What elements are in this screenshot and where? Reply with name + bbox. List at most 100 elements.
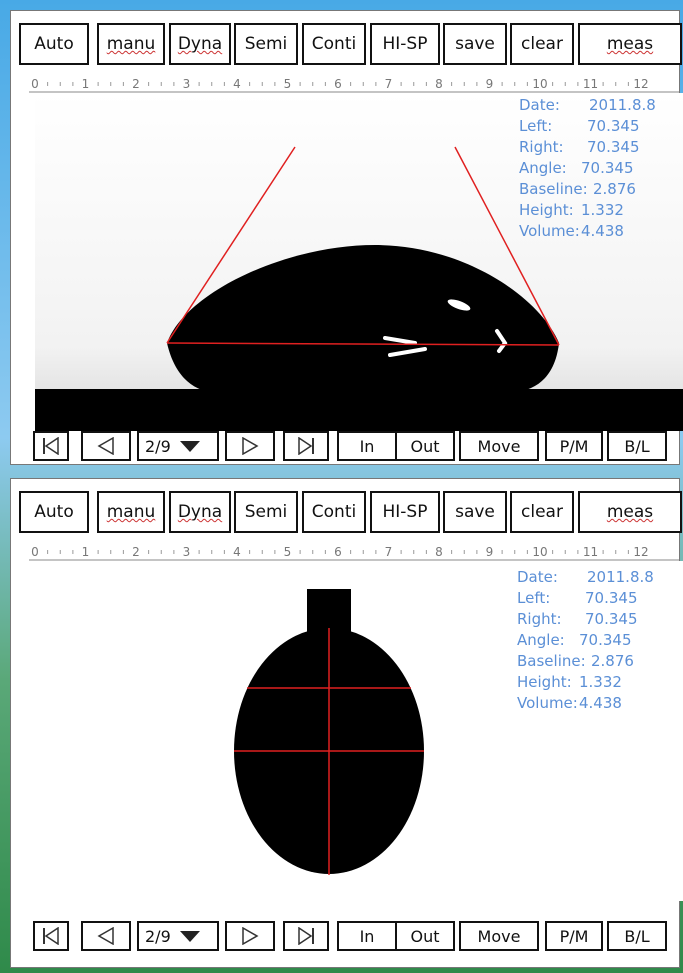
left-value: 70.345 <box>587 117 640 135</box>
semi-button[interactable]: Semi <box>234 491 298 533</box>
move-button[interactable]: Move <box>459 921 539 951</box>
toolbar: Auto manu Dyna Semi Conti HI-SP save cle… <box>19 23 682 65</box>
bl-button[interactable]: B/L <box>607 921 667 951</box>
save-button[interactable]: save <box>443 23 507 65</box>
next-icon <box>242 927 259 945</box>
ruler-label: 1 <box>82 77 90 91</box>
ruler-label: 4 <box>233 77 241 91</box>
ruler-label: 0 <box>31 77 39 91</box>
next-icon <box>242 437 259 455</box>
first-frame-button[interactable] <box>33 431 69 461</box>
auto-button[interactable]: Auto <box>19 491 89 533</box>
date-value: 2011.8.8 <box>587 568 654 586</box>
ruler-label: 8 <box>435 77 443 91</box>
clear-button[interactable]: clear <box>510 491 574 533</box>
hisp-button[interactable]: HI-SP <box>370 491 440 533</box>
previous-icon <box>97 927 114 945</box>
pm-button[interactable]: P/M <box>545 431 603 461</box>
pm-button[interactable]: P/M <box>545 921 603 951</box>
substrate <box>35 389 683 431</box>
height-value: 1.332 <box>579 673 622 691</box>
conti-button[interactable]: Conti <box>302 491 366 533</box>
frame-counter: 2/9 <box>145 436 171 456</box>
ruler-label: 9 <box>486 77 494 91</box>
right-value: 70.345 <box>587 138 640 156</box>
ruler-label: 6 <box>334 545 342 559</box>
manu-button[interactable]: manu <box>97 23 165 65</box>
ruler-label: 9 <box>486 545 494 559</box>
height-label: Height: <box>517 673 572 691</box>
manu-button[interactable]: manu <box>97 491 165 533</box>
dropdown-arrow-icon <box>179 931 200 942</box>
date-value: 2011.8.8 <box>589 96 656 114</box>
auto-button[interactable]: Auto <box>19 23 89 65</box>
frame-select[interactable]: 2/9 <box>137 921 219 951</box>
pendant-drop-panel: Auto manu Dyna Semi Conti HI-SP save cle… <box>10 478 683 968</box>
right-label: Right: <box>519 138 564 156</box>
previous-frame-button[interactable] <box>81 431 131 461</box>
height-label: Height: <box>519 201 574 219</box>
last-frame-button[interactable] <box>283 921 329 951</box>
ruler-label: 6 <box>334 77 342 91</box>
meas-button[interactable]: meas <box>578 23 682 65</box>
volume-value: 4.438 <box>581 222 624 240</box>
baseline-value: 2.876 <box>591 652 634 670</box>
conti-button[interactable]: Conti <box>302 23 366 65</box>
ruler-label: 0 <box>31 545 39 559</box>
ruler: 0 1 2 3 4 5 6 7 8 9 10 11 12 <box>29 545 679 561</box>
skip-to-last-icon <box>298 927 314 945</box>
ruler-label: 12 <box>633 545 648 559</box>
bl-button[interactable]: B/L <box>607 431 667 461</box>
dyna-button[interactable]: Dyna <box>169 491 231 533</box>
next-frame-button[interactable] <box>225 921 275 951</box>
date-label: Date: <box>519 96 560 114</box>
sessile-drop-panel: Auto manu Dyna Semi Conti HI-SP save cle… <box>10 10 683 465</box>
angle-value: 70.345 <box>579 631 632 649</box>
angle-label: Angle: <box>517 631 565 649</box>
hisp-button[interactable]: HI-SP <box>370 23 440 65</box>
save-button[interactable]: save <box>443 491 507 533</box>
ruler-label: 8 <box>435 545 443 559</box>
playback-controls: 2/9 In Out Move P/M B/L <box>33 431 673 461</box>
playback-controls: 2/9 In Out Move P/M B/L <box>33 921 673 951</box>
first-frame-button[interactable] <box>33 921 69 951</box>
left-value: 70.345 <box>585 589 638 607</box>
ruler-label: 10 <box>532 77 547 91</box>
zoom-in-button[interactable]: In <box>337 921 397 951</box>
zoom-out-button[interactable]: Out <box>395 431 455 461</box>
next-frame-button[interactable] <box>225 431 275 461</box>
dyna-button[interactable]: Dyna <box>169 23 231 65</box>
right-value: 70.345 <box>585 610 638 628</box>
ruler-label: 11 <box>583 77 598 91</box>
ruler-label: 12 <box>633 77 648 91</box>
volume-value: 4.438 <box>579 694 622 712</box>
meas-button[interactable]: meas <box>578 491 682 533</box>
ruler: 0 1 2 3 4 5 6 7 8 9 10 11 12 <box>29 77 679 93</box>
ruler-label: 2 <box>132 545 140 559</box>
right-label: Right: <box>517 610 562 628</box>
angle-value: 70.345 <box>581 159 634 177</box>
ruler-label: 3 <box>183 77 191 91</box>
ruler-label: 4 <box>233 545 241 559</box>
zoom-out-button[interactable]: Out <box>395 921 455 951</box>
last-frame-button[interactable] <box>283 431 329 461</box>
previous-frame-button[interactable] <box>81 921 131 951</box>
image-viewer[interactable] <box>35 93 683 431</box>
clear-button[interactable]: clear <box>510 23 574 65</box>
ruler-label: 5 <box>284 77 292 91</box>
semi-button[interactable]: Semi <box>234 23 298 65</box>
ruler-label: 7 <box>385 77 393 91</box>
ruler-label: 3 <box>183 545 191 559</box>
ruler-label: 5 <box>284 545 292 559</box>
move-button[interactable]: Move <box>459 431 539 461</box>
frame-counter: 2/9 <box>145 926 171 946</box>
zoom-in-button[interactable]: In <box>337 431 397 461</box>
volume-label: Volume: <box>517 694 578 712</box>
ruler-label: 2 <box>132 77 140 91</box>
ruler-label: 7 <box>385 545 393 559</box>
baseline-value: 2.876 <box>593 180 636 198</box>
ruler-label: 1 <box>82 545 90 559</box>
frame-select[interactable]: 2/9 <box>137 431 219 461</box>
ruler-label: 11 <box>583 545 598 559</box>
left-label: Left: <box>519 117 553 135</box>
